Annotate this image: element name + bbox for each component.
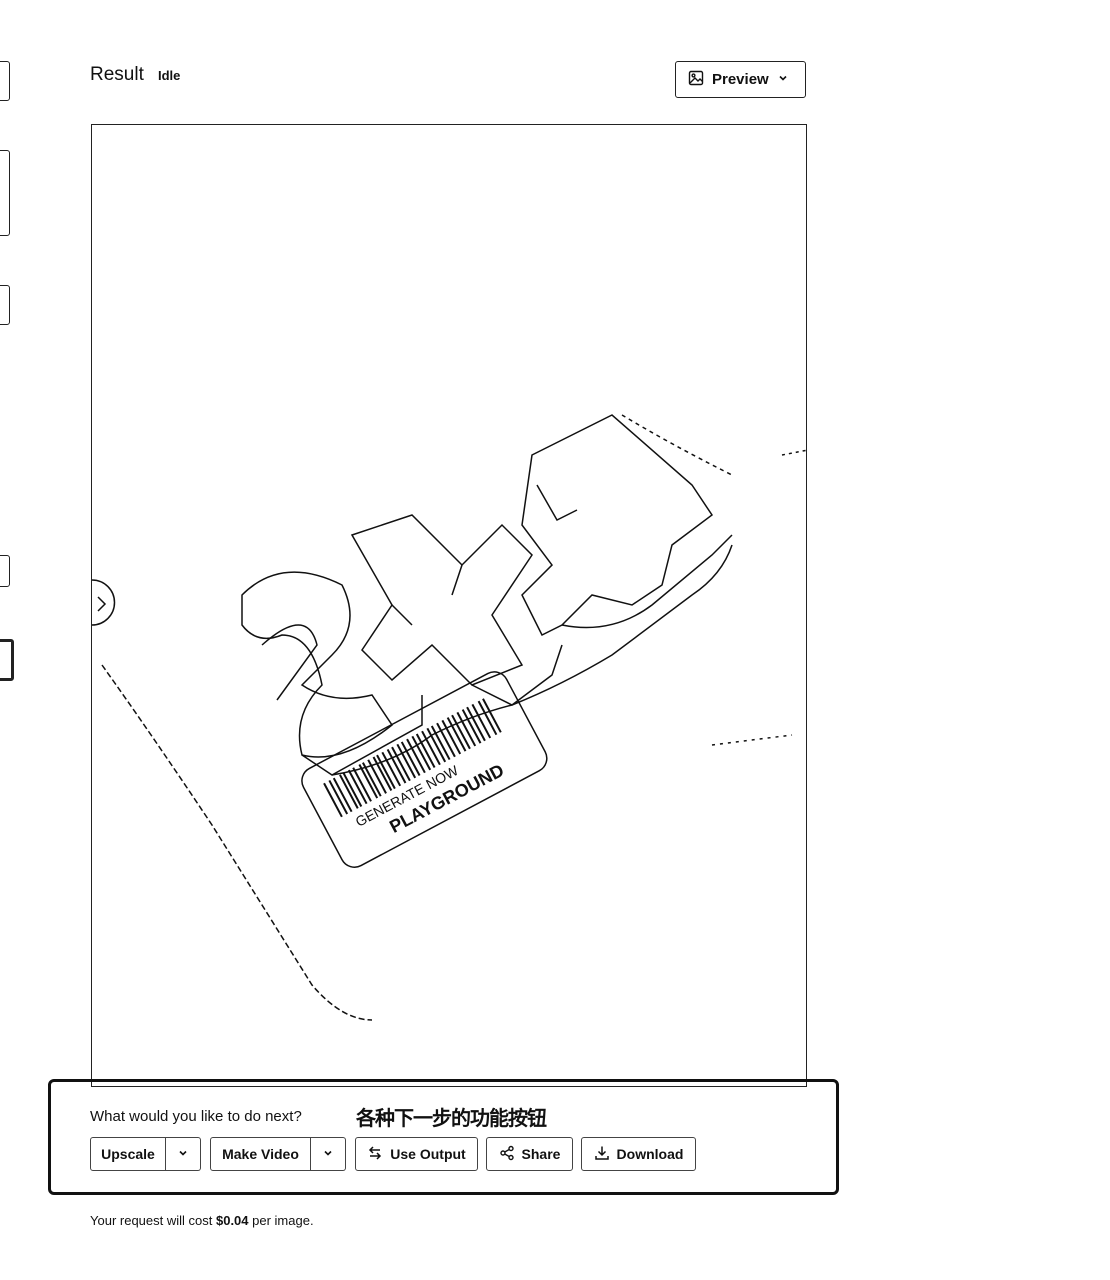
3d-text-art [241, 414, 733, 776]
upscale-label: Upscale [101, 1146, 155, 1162]
cost-prefix: Your request will cost [90, 1213, 216, 1228]
cost-notice: Your request will cost $0.04 per image. [90, 1213, 314, 1228]
make-video-button[interactable]: Make Video [210, 1137, 311, 1171]
left-panel-edge-4[interactable] [0, 555, 10, 587]
left-panel-edge-1[interactable] [0, 61, 10, 101]
chevron-down-icon [322, 1146, 334, 1162]
left-panel-edge-3[interactable] [0, 285, 10, 325]
chevron-down-icon [777, 71, 789, 88]
use-output-label: Use Output [390, 1146, 466, 1162]
swap-arrows-icon [367, 1145, 383, 1164]
preview-label: Preview [712, 71, 769, 88]
left-panel-edge-2[interactable] [0, 150, 10, 236]
download-label: Download [616, 1146, 684, 1162]
prev-image-icon [92, 579, 116, 626]
annotation-caption: 各种下一步的功能按钮 [356, 1108, 547, 1130]
make-video-label: Make Video [222, 1146, 299, 1162]
upscale-button[interactable]: Upscale [90, 1137, 166, 1171]
image-icon [688, 70, 704, 90]
share-button[interactable]: Share [486, 1137, 573, 1171]
share-label: Share [521, 1146, 561, 1162]
chevron-down-icon [177, 1146, 189, 1162]
use-output-button[interactable]: Use Output [355, 1137, 478, 1171]
page-title: Result [90, 64, 144, 85]
make-video-options-button[interactable] [311, 1137, 346, 1171]
next-step-prompt: What would you like to do next? [90, 1108, 302, 1125]
left-panel-edge-5[interactable] [0, 639, 14, 681]
upscale-options-button[interactable] [166, 1137, 201, 1171]
cost-suffix: per image. [248, 1213, 314, 1228]
download-button[interactable]: Download [581, 1137, 696, 1171]
status-badge: Idle [158, 68, 181, 83]
cost-value: $0.04 [215, 1213, 249, 1228]
share-icon [499, 1145, 515, 1164]
result-image: GENERATE NOW PLAYGROUND [91, 124, 807, 1087]
download-icon [594, 1145, 610, 1164]
preview-dropdown-button[interactable]: Preview [675, 61, 806, 98]
